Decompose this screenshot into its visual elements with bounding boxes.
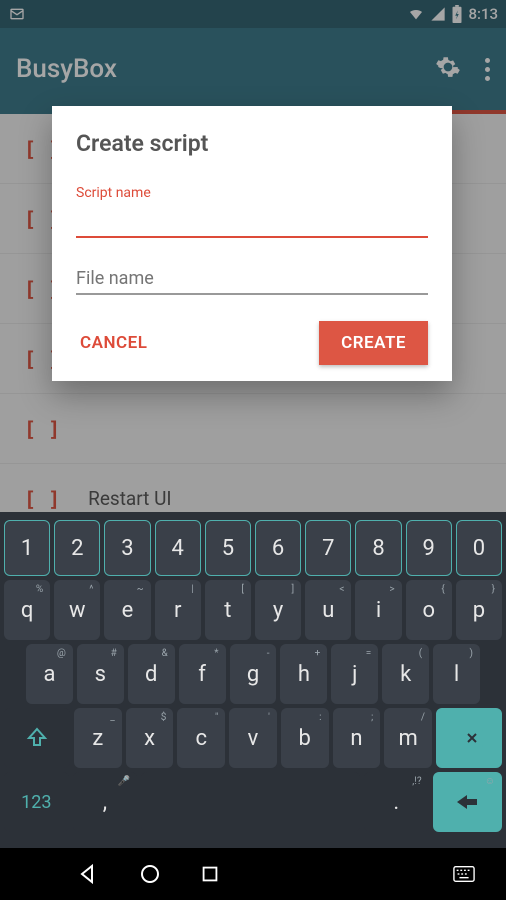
navigation-bar <box>0 848 506 900</box>
key-k[interactable]: (k <box>382 644 429 704</box>
key-5[interactable]: 5 <box>205 520 251 576</box>
key-q[interactable]: %q <box>4 580 50 640</box>
home-button[interactable] <box>120 854 180 894</box>
key-z[interactable]: _z <box>74 708 122 768</box>
key-3[interactable]: 3 <box>104 520 150 576</box>
key-7[interactable]: 7 <box>305 520 351 576</box>
key-m[interactable]: /m <box>384 708 432 768</box>
script-name-label: Script name <box>76 185 428 201</box>
enter-key[interactable]: ☺ <box>433 772 502 832</box>
key-x[interactable]: $x <box>126 708 174 768</box>
key-8[interactable]: 8 <box>355 520 401 576</box>
key-2[interactable]: 2 <box>54 520 100 576</box>
key-o[interactable]: {o <box>406 580 452 640</box>
period-key[interactable]: ,!? . <box>364 772 429 832</box>
mic-icon: 🎤 <box>118 776 130 787</box>
key-9[interactable]: 9 <box>406 520 452 576</box>
key-6[interactable]: 6 <box>255 520 301 576</box>
key-u[interactable]: <u <box>305 580 351 640</box>
back-button[interactable] <box>60 854 120 894</box>
key-b[interactable]: :b <box>281 708 329 768</box>
key-g[interactable]: -g <box>230 644 277 704</box>
key-i[interactable]: >i <box>355 580 401 640</box>
key-w[interactable]: ^w <box>54 580 100 640</box>
backspace-key[interactable] <box>436 708 502 768</box>
key-e[interactable]: ~e <box>104 580 150 640</box>
symbols-key[interactable]: 123 <box>4 772 69 832</box>
key-n[interactable]: ;n <box>333 708 381 768</box>
file-name-field <box>76 264 428 295</box>
key-y[interactable]: ]y <box>255 580 301 640</box>
script-name-input[interactable] <box>76 207 428 238</box>
key-d[interactable]: &d <box>128 644 175 704</box>
key-h[interactable]: +h <box>280 644 327 704</box>
key-s[interactable]: #s <box>77 644 124 704</box>
cancel-button[interactable]: CANCEL <box>76 323 151 363</box>
create-script-dialog: Create script Script name CANCEL CREATE <box>52 106 452 381</box>
shift-key[interactable] <box>4 708 70 768</box>
key-v[interactable]: 'v <box>229 708 277 768</box>
key-f[interactable]: *f <box>179 644 226 704</box>
key-1[interactable]: 1 <box>4 520 50 576</box>
key-l[interactable]: )l <box>433 644 480 704</box>
key-a[interactable]: @a <box>26 644 73 704</box>
key-r[interactable]: |r <box>155 580 201 640</box>
emoji-icon: ☺ <box>485 776 495 787</box>
key-p[interactable]: }p <box>456 580 502 640</box>
key-4[interactable]: 4 <box>155 520 201 576</box>
key-c[interactable]: "c <box>177 708 225 768</box>
recents-button[interactable] <box>180 854 240 894</box>
key-j[interactable]: =j <box>331 644 378 704</box>
script-name-field: Script name <box>76 185 428 238</box>
create-button[interactable]: CREATE <box>319 321 428 365</box>
soft-keyboard: 1234567890 %q^w~e|r[t]y<u>i{o}p @a#s&d*f… <box>0 512 506 848</box>
key-t[interactable]: [t <box>205 580 251 640</box>
dialog-title: Create script <box>76 130 428 157</box>
comma-key[interactable]: 🎤 , <box>73 772 138 832</box>
key-0[interactable]: 0 <box>456 520 502 576</box>
space-key[interactable] <box>141 772 360 832</box>
file-name-input[interactable] <box>76 264 428 295</box>
ime-switch-button[interactable] <box>434 854 494 894</box>
